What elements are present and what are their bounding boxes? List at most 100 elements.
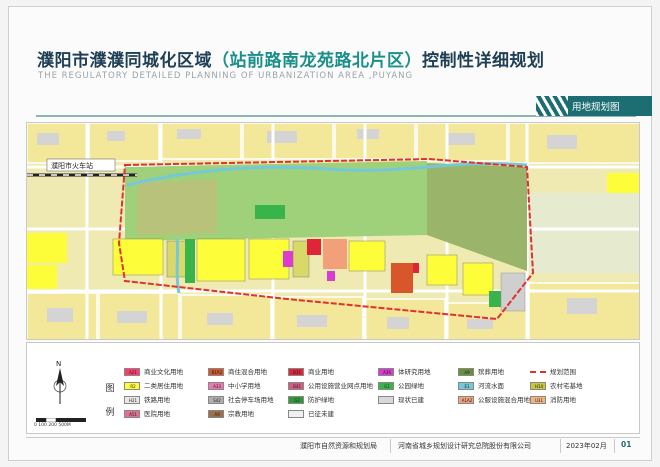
legend-label: 中小学用地 <box>228 382 261 390</box>
legend-swatch: A21 <box>124 368 140 376</box>
legend-code: S42 <box>213 398 221 403</box>
footer-org-1: 濮阳市自然资源和规划局 <box>300 442 377 450</box>
east-existing-area <box>527 193 639 273</box>
footer-org-2: 河南省城乡规划设计研究总院股份有限公司 <box>398 442 531 450</box>
legend-label: 医院用地 <box>144 410 170 418</box>
legend-swatch: H21 <box>124 396 140 404</box>
legend-item: B41 公用设施营业网点用地 <box>288 381 373 391</box>
banner-stripes <box>536 96 568 116</box>
legend-swatch: A1A2 <box>458 396 474 404</box>
legend-swatch: A9 <box>458 368 474 376</box>
legend-swatch: B41 <box>288 382 304 390</box>
legend-swatch: E1 <box>458 382 474 390</box>
parking-block <box>500 272 526 312</box>
legend-code: G1 <box>384 384 390 389</box>
scale-labels: 0 100 200 500M <box>34 423 71 428</box>
footer-divider <box>560 439 561 453</box>
legend-swatch: G2 <box>288 396 304 404</box>
footer-date: 2023年02月 <box>566 442 607 450</box>
legend-label: 铁路用地 <box>144 396 170 404</box>
legend-swatch: R2 <box>124 382 140 390</box>
legend-heading: 图例 <box>105 384 115 418</box>
legend-swatch <box>288 410 304 418</box>
legend-item: G2 防护绿地 <box>288 395 334 405</box>
legend-swatch <box>530 371 546 373</box>
legend-code: U31 <box>534 398 544 403</box>
legend-label: 宗教用地 <box>228 410 254 418</box>
section-label: 用地规划图 <box>572 102 620 113</box>
legend-code: G2 <box>294 398 300 403</box>
page-number: 01 <box>621 440 632 449</box>
green-square <box>255 205 285 219</box>
legend-code: B1R2 <box>211 370 223 375</box>
legend-item: S42 社会停车场用地 <box>208 395 274 405</box>
map-canvas: 濮阳市火车站 <box>27 123 639 339</box>
legend-label: 公用设施营业网点用地 <box>308 382 373 390</box>
legend-item: H14 农村宅基地 <box>530 381 583 391</box>
legend-swatch: B1R2 <box>208 368 224 376</box>
legend-item: B11 商业用地 <box>288 367 334 377</box>
legend-label: 殡葬用地 <box>478 368 504 376</box>
legend-item: A9 殡葬用地 <box>458 367 504 377</box>
scale-bar-icon <box>36 418 86 422</box>
legend-item: R2 二类居住用地 <box>124 381 183 391</box>
legend-code: E1 <box>464 384 470 389</box>
legend-code: H14 <box>534 384 544 389</box>
legend-code: A36 <box>383 370 391 375</box>
legend-code: A9 <box>214 412 220 417</box>
legend-swatch: A51 <box>124 410 140 418</box>
legend-label: 商业文化用地 <box>144 368 183 376</box>
legend-label: 公园绿地 <box>398 382 424 390</box>
legend-item: A9 宗教用地 <box>208 409 254 419</box>
legend-label: 规划范围 <box>550 368 576 376</box>
legend-label: 商住混合用地 <box>228 368 267 376</box>
legend-item: 现状已建 <box>378 395 424 405</box>
legend-swatch: H14 <box>530 382 546 390</box>
legend-code: A33 <box>213 384 221 389</box>
legend-swatch: U31 <box>530 396 546 404</box>
legend-item: 已征未建 <box>288 409 334 419</box>
legend-code: A1A2 <box>461 398 473 403</box>
legend-code: A51 <box>129 412 137 417</box>
legend-item: H21 铁路用地 <box>124 395 170 405</box>
legend-label: 社会停车场用地 <box>228 396 274 404</box>
legend-swatch: A33 <box>208 382 224 390</box>
legend-label: 现状已建 <box>398 396 424 404</box>
legend-label: 已征未建 <box>308 410 334 418</box>
public-service-block <box>323 239 347 269</box>
legend-code: A9 <box>464 370 470 375</box>
legend-item: A36 体研究用地 <box>378 367 431 377</box>
legend-label: 二类居住用地 <box>144 382 183 390</box>
legend-label: 农村宅基地 <box>550 382 583 390</box>
legend-label: 体研究用地 <box>398 368 431 376</box>
legend-swatch: B11 <box>288 368 304 376</box>
mixed-use-block <box>391 263 413 293</box>
legend-item: E1 河流水面 <box>458 381 504 391</box>
legend-swatch: G1 <box>378 382 394 390</box>
footer-divider <box>390 439 391 453</box>
legend-label: 商业用地 <box>308 368 334 376</box>
legend-item: U31 消防用地 <box>530 395 576 405</box>
legend-item: A33 中小学用地 <box>208 381 261 391</box>
legend-item: 规划范围 <box>530 367 576 377</box>
legend-item: A1A2 公服设施混合用地 <box>458 395 530 405</box>
legend-code: A21 <box>129 370 137 375</box>
legend-item: A51 医院用地 <box>124 409 170 419</box>
legend-swatch: A36 <box>378 368 394 376</box>
north-arrow-icon <box>53 368 67 404</box>
legend-label: 消防用地 <box>550 396 576 404</box>
legend-item: B1R2 商住混合用地 <box>208 367 267 377</box>
legend-item: A21 商业文化用地 <box>124 367 183 377</box>
legend-label: 公服设施混合用地 <box>478 396 530 404</box>
west-existing-block <box>137 179 217 235</box>
legend-label: 防护绿地 <box>308 396 334 404</box>
legend-label: 河流水面 <box>478 382 504 390</box>
legend-code: B11 <box>293 370 301 375</box>
land-use-map[interactable]: 濮阳市火车站 <box>26 122 640 340</box>
page-title-english: THE REGULATORY DETAILED PLANNING OF URBA… <box>38 71 414 81</box>
station-label: 濮阳市火车站 <box>51 161 93 170</box>
legend-code: H21 <box>128 398 138 403</box>
legend-item: G1 公园绿地 <box>378 381 424 391</box>
page-title: 濮阳市濮濮同城化区域（站前路南龙苑路北片区）控制性详细规划 <box>37 51 545 71</box>
legend-code: R2 <box>130 384 136 389</box>
